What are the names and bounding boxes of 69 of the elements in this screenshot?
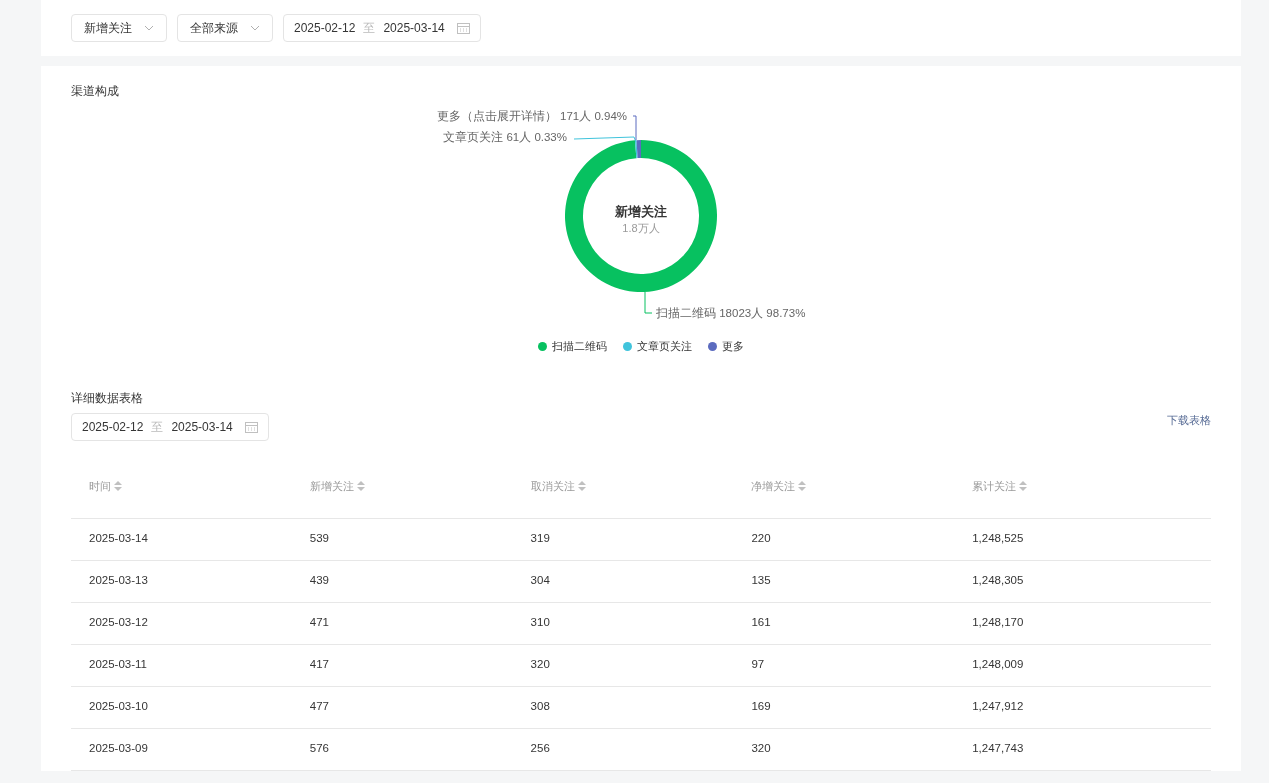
table-cell-text: 2025-03-10 xyxy=(89,699,148,715)
sort-icon[interactable] xyxy=(356,481,365,491)
table-cell-text: 161 xyxy=(751,615,771,631)
table-cell-text: 320 xyxy=(751,741,771,757)
table-cell-text: 2025-03-12 xyxy=(89,615,148,631)
table-cell-text: 1,248,009 xyxy=(972,657,1024,673)
table-cell-text: 310 xyxy=(530,615,550,631)
table-cell-text: 477 xyxy=(309,699,329,715)
date-range-field[interactable]: 2025-02-12 至 2025-03-14 xyxy=(71,412,269,441)
sort-icon[interactable] xyxy=(1019,481,1028,491)
column-header: 取消关注 xyxy=(530,478,575,494)
table-cell-text: 1,247,912 xyxy=(972,699,1024,715)
end-date: 2025-03-14 xyxy=(171,418,233,436)
date-separator: 至 xyxy=(363,20,376,37)
table-cell-text: 2025-03-14 xyxy=(89,531,148,547)
legend-label: 扫描二维码 xyxy=(552,339,607,354)
donut-slice[interactable] xyxy=(565,140,717,292)
table-cell-text: 304 xyxy=(530,573,550,589)
legend-label: 更多 xyxy=(722,339,744,354)
date-separator: 至 xyxy=(151,418,164,436)
table-cell-text: 220 xyxy=(751,531,771,547)
leader-line xyxy=(644,291,653,314)
table-cell-text: 1,248,170 xyxy=(972,615,1024,631)
table-cell-text: 2025-03-11 xyxy=(89,657,147,673)
table-cell-text: 1,247,743 xyxy=(972,741,1024,757)
table-cell-text: 471 xyxy=(309,615,329,631)
table-cell-text: 319 xyxy=(530,531,550,547)
section-title: 详细数据表格 xyxy=(71,389,144,407)
sort-icon[interactable] xyxy=(798,481,807,491)
date-range-field[interactable]: 2025-02-12 至 2025-03-14 xyxy=(283,14,481,42)
donut-center-title: 新增关注 xyxy=(615,205,667,219)
table-cell-text: 308 xyxy=(530,699,550,715)
donut-slice[interactable] xyxy=(636,140,641,159)
table-cell-text: 320 xyxy=(530,657,550,673)
column-header: 净增关注 xyxy=(751,478,796,494)
table-cell-text: 135 xyxy=(751,573,771,589)
table-cell-text: 1,248,305 xyxy=(972,573,1024,589)
download-link[interactable]: 下载表格 xyxy=(1167,412,1211,429)
table-cell-text: 169 xyxy=(751,699,771,715)
slice-label: 更多（点击展开详情） 171人 0.94% xyxy=(436,110,627,122)
legend-label: 文章页关注 xyxy=(637,339,692,354)
table-cell-text: 417 xyxy=(309,657,329,673)
column-header: 时间 xyxy=(89,478,111,494)
section-title: 渠道构成 xyxy=(71,83,120,100)
sort-icon[interactable] xyxy=(577,481,586,491)
table-cell-text: 2025-03-09 xyxy=(89,741,148,757)
calendar-icon xyxy=(244,420,258,433)
table-cell-text: 2025-03-13 xyxy=(89,573,148,589)
chevron-down-icon xyxy=(250,25,260,31)
end-date: 2025-03-14 xyxy=(383,20,445,37)
column-header: 累计关注 xyxy=(972,478,1017,494)
slice-label: 扫描二维码 18023人 98.73% xyxy=(656,307,806,319)
donut-center-value: 1.8万人 xyxy=(622,222,660,234)
table-cell-text: 97 xyxy=(751,657,765,673)
slice-label: 文章页关注 61人 0.33% xyxy=(443,131,567,143)
calendar-icon xyxy=(456,22,470,34)
start-date: 2025-02-12 xyxy=(294,20,356,37)
chevron-down-icon xyxy=(144,25,154,31)
table-cell-text: 256 xyxy=(530,741,550,757)
table-cell-text: 576 xyxy=(309,741,329,757)
table-cell-text: 539 xyxy=(309,531,329,547)
table-cell-text: 1,248,525 xyxy=(972,531,1024,547)
sort-icon[interactable] xyxy=(114,481,122,491)
column-header: 新增关注 xyxy=(309,478,354,494)
dropdown-select[interactable]: 全部来源 xyxy=(177,14,273,42)
table-cell-text: 439 xyxy=(309,573,329,589)
dropdown-select[interactable]: 新增关注 xyxy=(71,14,167,42)
start-date: 2025-02-12 xyxy=(82,418,144,436)
donut-slice[interactable] xyxy=(634,140,638,159)
